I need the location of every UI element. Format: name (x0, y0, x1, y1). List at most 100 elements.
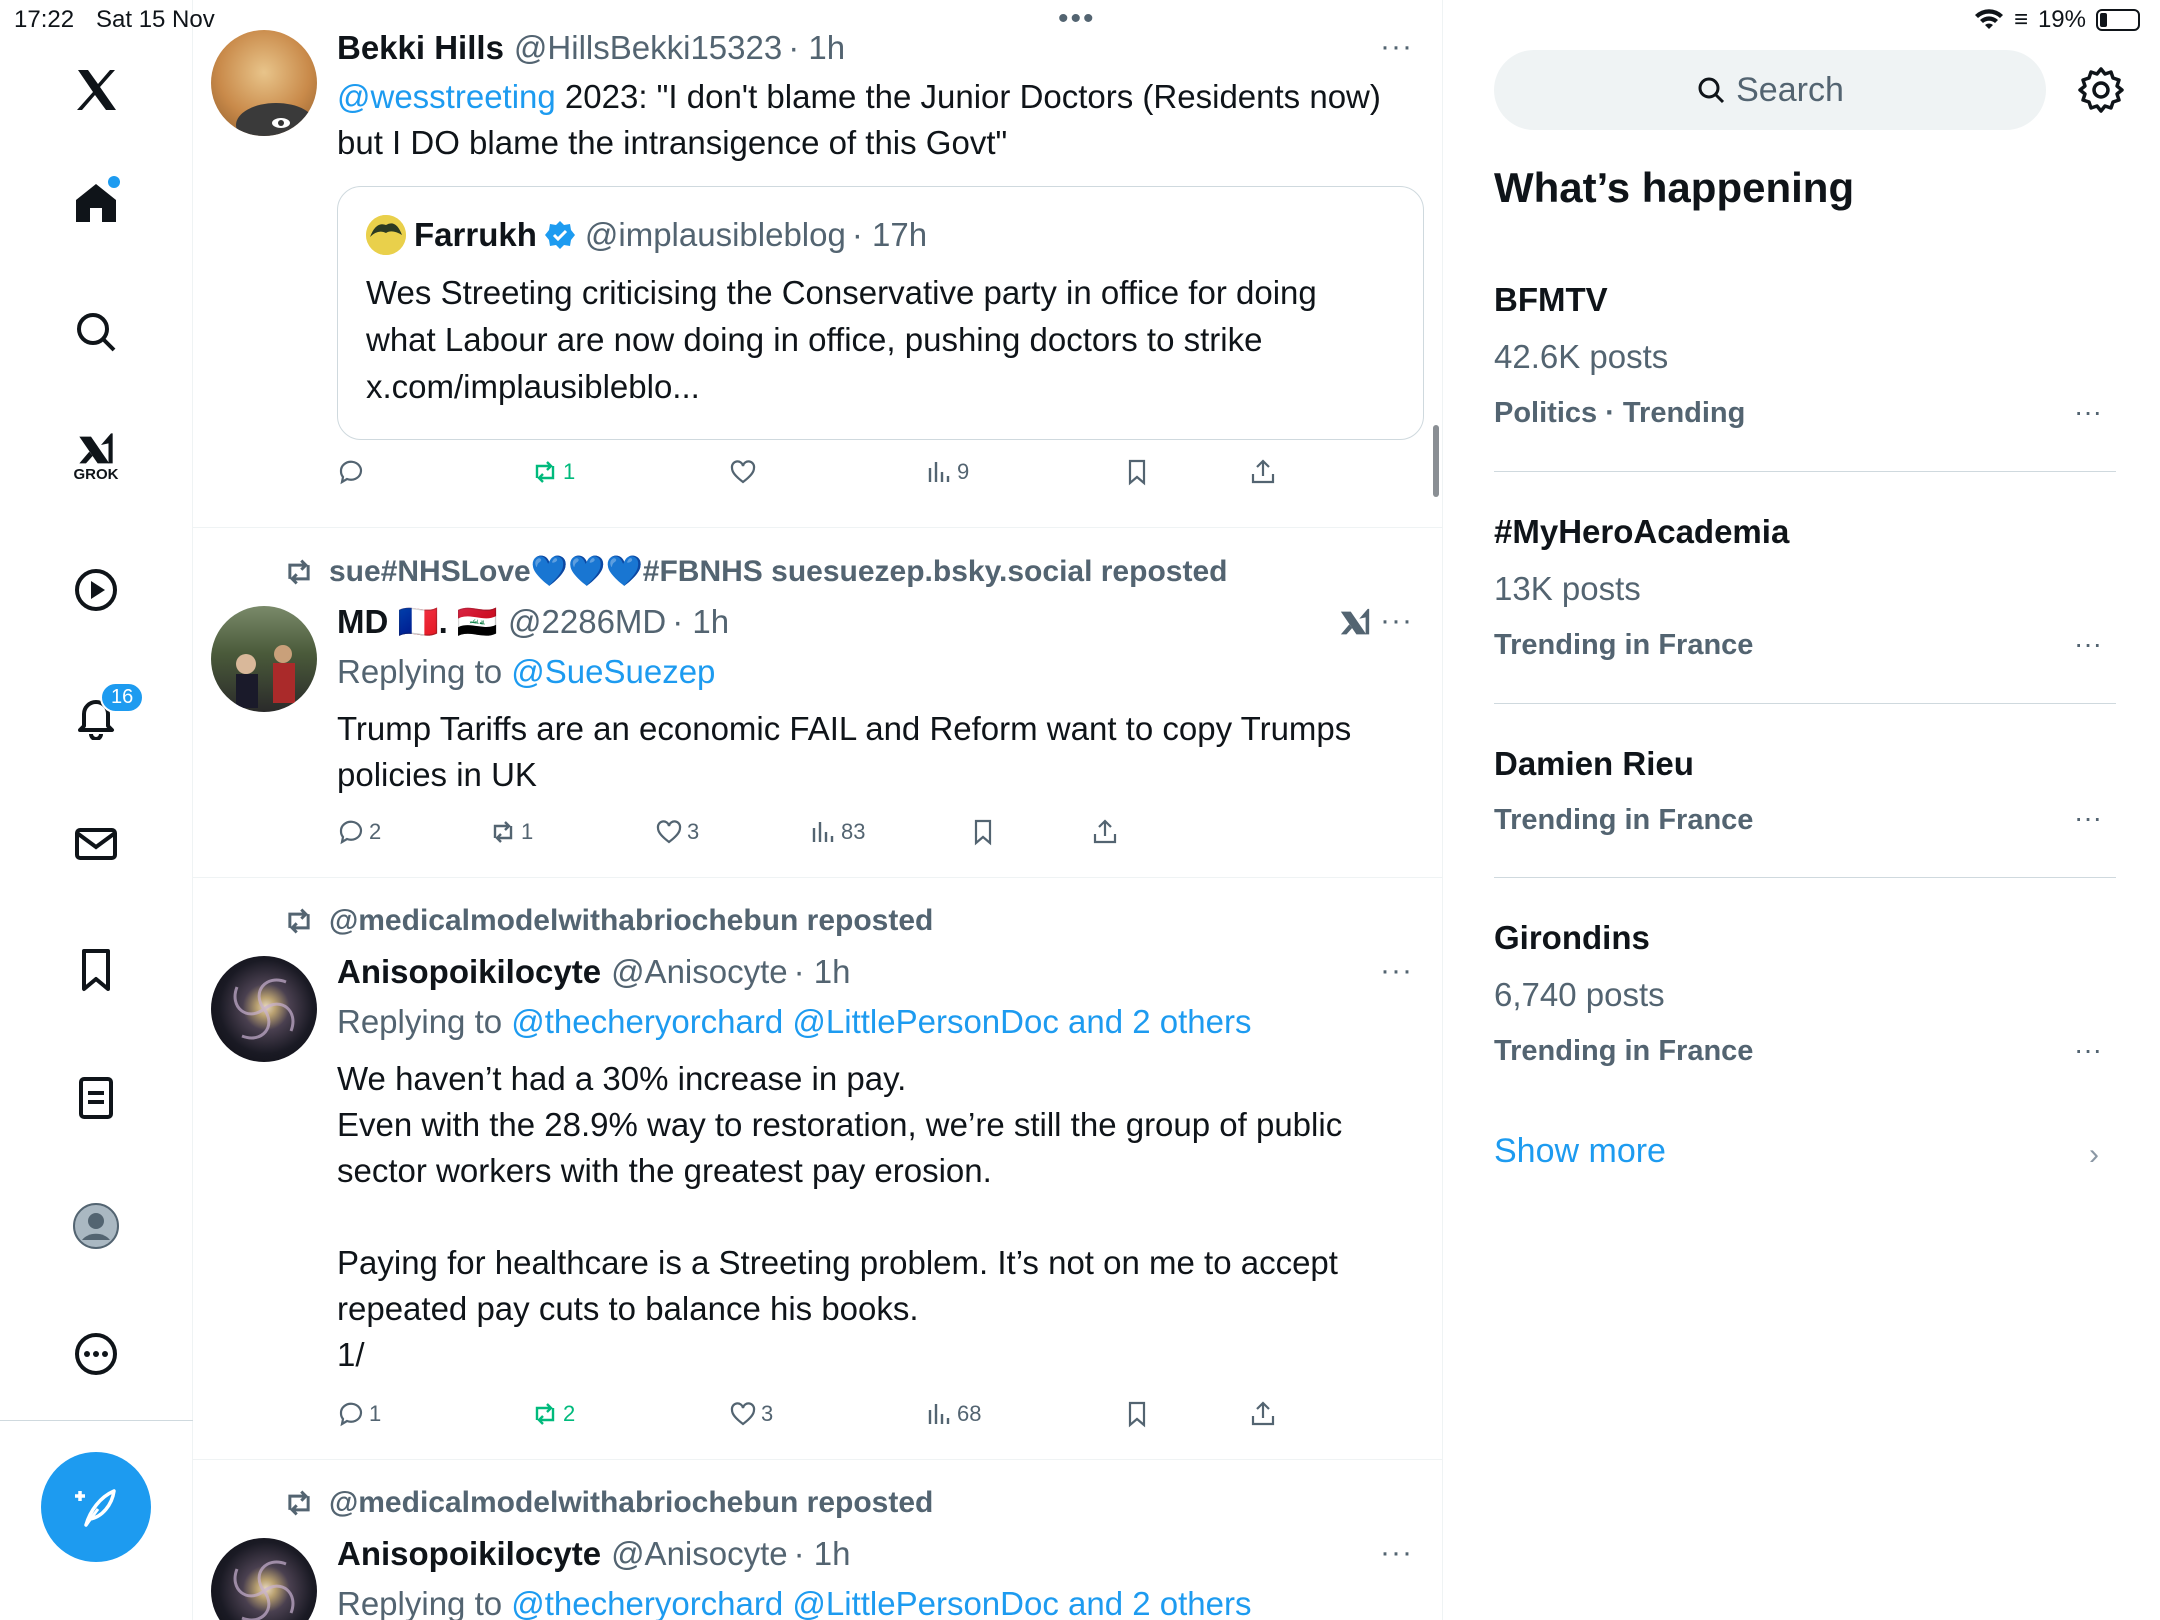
tweet-md[interactable]: sue#NHSLove💙💙💙#FBNHS suesuezep.bsky.soci… (193, 528, 1442, 878)
tweet-text-line: 1/ (337, 1336, 365, 1373)
left-nav: GROK 16 (0, 0, 193, 1620)
repost-by: @medicalmodelwithabriochebun reposted (329, 1486, 934, 1519)
bookmark-icon (974, 819, 992, 846)
feed-scrollbar[interactable] (1433, 425, 1439, 497)
trend-posts: 6,740 posts (1494, 976, 1665, 1013)
repost-count: 1 (563, 459, 576, 484)
quote-text-line: what Labour are now doing in office, pus… (366, 321, 1263, 358)
chevron-right-icon[interactable]: › (2089, 1138, 2099, 1172)
bookmark-icon[interactable] (56, 930, 136, 1010)
quote-author-name: Farrukh (414, 216, 537, 253)
tweet-header: Anisopoikilocyte @Anisocyte · 1h (337, 950, 1417, 994)
video-icon[interactable] (56, 550, 136, 630)
tweet-anisopoikilocyte-2[interactable]: @medicalmodelwithabriochebun reposted An… (193, 1460, 1442, 1620)
repost-by: @medicalmodelwithabriochebun reposted (329, 904, 934, 937)
grok-icon[interactable] (1337, 606, 1373, 640)
reply-icon (339, 1402, 363, 1427)
more-icon[interactable] (56, 1314, 136, 1394)
trend-posts: 42.6K posts (1494, 338, 1669, 375)
quoted-tweet[interactable]: Farrukh @implausibleblog · 17h Wes Stree… (337, 186, 1424, 440)
trend-name: BFMTV (1494, 281, 1608, 318)
tweet-actions: 1 2 3 68 (337, 1400, 1417, 1440)
compose-button[interactable] (41, 1452, 151, 1562)
reply-target-link[interactable]: @thecheryorchard @LittlePersonDoc and 2 … (511, 1003, 1251, 1040)
tweet-text-line: 2023: "I don't blame the Junior Doctors … (555, 78, 1381, 115)
trend-item[interactable]: #MyHeroAcademia 13K posts Trending in Fr… (1494, 510, 2116, 704)
reply-target-link[interactable]: @thecheryorchard @LittlePersonDoc and 2 … (511, 1585, 1251, 1620)
bell-icon[interactable]: 16 (56, 676, 145, 756)
home-icon[interactable] (56, 162, 136, 242)
search-input[interactable]: Search (1494, 50, 2046, 130)
gear-icon[interactable] (2077, 66, 2125, 114)
search-icon[interactable] (56, 292, 136, 372)
repost-button[interactable]: 1 (489, 818, 533, 846)
like-button[interactable]: 3 (729, 1400, 773, 1428)
profile-icon[interactable] (56, 1186, 136, 1266)
bookmark-button[interactable] (1123, 1400, 1151, 1428)
tweet-header: MD 🇫🇷. 🇮🇶 @2286MD · 1h (337, 600, 1417, 644)
status-bar: 17:22 Sat 15 Nov ≡ 19% (0, 0, 2160, 40)
search-placeholder: Search (1736, 70, 1844, 109)
avatar[interactable] (211, 30, 317, 136)
trend-item[interactable]: Damien Rieu Trending in France ··· (1494, 742, 2116, 878)
like-icon (730, 460, 756, 484)
tweet-bekki-hills[interactable]: Bekki Hills @HillsBekki15323 · 1h ··· @w… (193, 0, 1442, 528)
tweet-time[interactable]: · 1h (794, 1535, 851, 1573)
avatar[interactable] (211, 606, 317, 712)
tweet-more-icon[interactable]: ··· (1380, 1536, 1413, 1570)
reply-button[interactable]: 1 (337, 1400, 381, 1428)
repost-context[interactable]: @medicalmodelwithabriochebun reposted (283, 904, 933, 938)
trend-more-icon[interactable]: ··· (2074, 1034, 2102, 1066)
reply-button[interactable]: 2 (337, 818, 381, 846)
bookmark-button[interactable] (1123, 458, 1151, 486)
mail-icon[interactable] (56, 804, 136, 884)
bookmark-button[interactable] (969, 818, 997, 846)
quote-author-handle: @implausibleblog (584, 216, 846, 253)
avatar[interactable] (211, 1538, 317, 1620)
repost-button[interactable]: 2 (531, 1400, 575, 1428)
show-more-link[interactable]: Show more (1494, 1132, 1666, 1171)
quote-link[interactable]: x.com/implausibleblo... (366, 363, 1406, 410)
repost-context[interactable]: sue#NHSLove💙💙💙#FBNHS suesuezep.bsky.soci… (283, 554, 1227, 589)
tweet-more-icon[interactable]: ··· (1380, 604, 1413, 638)
author-name[interactable]: Anisopoikilocyte (337, 953, 601, 991)
trend-more-icon[interactable]: ··· (2074, 396, 2102, 428)
x-logo-icon[interactable] (56, 50, 136, 130)
views-button[interactable]: 83 (809, 818, 865, 846)
tweet-time[interactable]: · 1h (794, 953, 851, 991)
views-button[interactable]: 68 (925, 1400, 981, 1428)
reply-target-link[interactable]: @SueSuezep (511, 653, 715, 690)
share-icon (1251, 459, 1275, 484)
grok-icon[interactable]: GROK (56, 416, 136, 496)
like-button[interactable]: 3 (655, 818, 699, 846)
tweet-text-line: We haven’t had a 30% increase in pay. (337, 1060, 907, 1097)
trend-more-icon[interactable]: ··· (2074, 802, 2102, 834)
tweet-time[interactable]: · 1h (672, 603, 729, 641)
share-button[interactable] (1249, 458, 1277, 486)
tweet-more-icon[interactable]: ··· (1380, 954, 1413, 988)
author-handle[interactable]: @2286MD (508, 603, 666, 641)
trend-item[interactable]: BFMTV 42.6K posts Politics · Trending ··… (1494, 278, 2116, 472)
trend-item[interactable]: Girondins 6,740 posts Trending in France… (1494, 916, 2116, 1096)
author-handle[interactable]: @Anisocyte (611, 1535, 788, 1573)
reply-button[interactable] (337, 458, 365, 486)
like-icon (730, 1402, 756, 1426)
repost-context[interactable]: @medicalmodelwithabriochebun reposted (283, 1486, 933, 1520)
share-button[interactable] (1249, 1400, 1277, 1428)
like-button[interactable] (729, 458, 757, 486)
trend-category: Trending in France (1494, 804, 1754, 836)
tweet-actions: 1 9 (337, 458, 1417, 498)
views-button[interactable]: 9 (925, 458, 969, 486)
share-button[interactable] (1091, 818, 1119, 846)
author-name[interactable]: MD 🇫🇷. 🇮🇶 (337, 603, 498, 642)
repost-by: sue#NHSLove💙💙💙#FBNHS suesuezep.bsky.soci… (329, 555, 1228, 588)
tweet-anisopoikilocyte[interactable]: @medicalmodelwithabriochebun reposted An… (193, 878, 1442, 1460)
lists-icon[interactable] (56, 1058, 136, 1138)
trend-more-icon[interactable]: ··· (2074, 628, 2102, 660)
repost-button[interactable]: 1 (531, 458, 575, 486)
author-name[interactable]: Anisopoikilocyte (337, 1535, 601, 1573)
avatar[interactable] (211, 956, 317, 1062)
author-handle[interactable]: @Anisocyte (611, 953, 788, 991)
status-indicators: ≡ 19% (1974, 6, 2140, 34)
mention-link[interactable]: @wesstreeting (337, 78, 556, 115)
